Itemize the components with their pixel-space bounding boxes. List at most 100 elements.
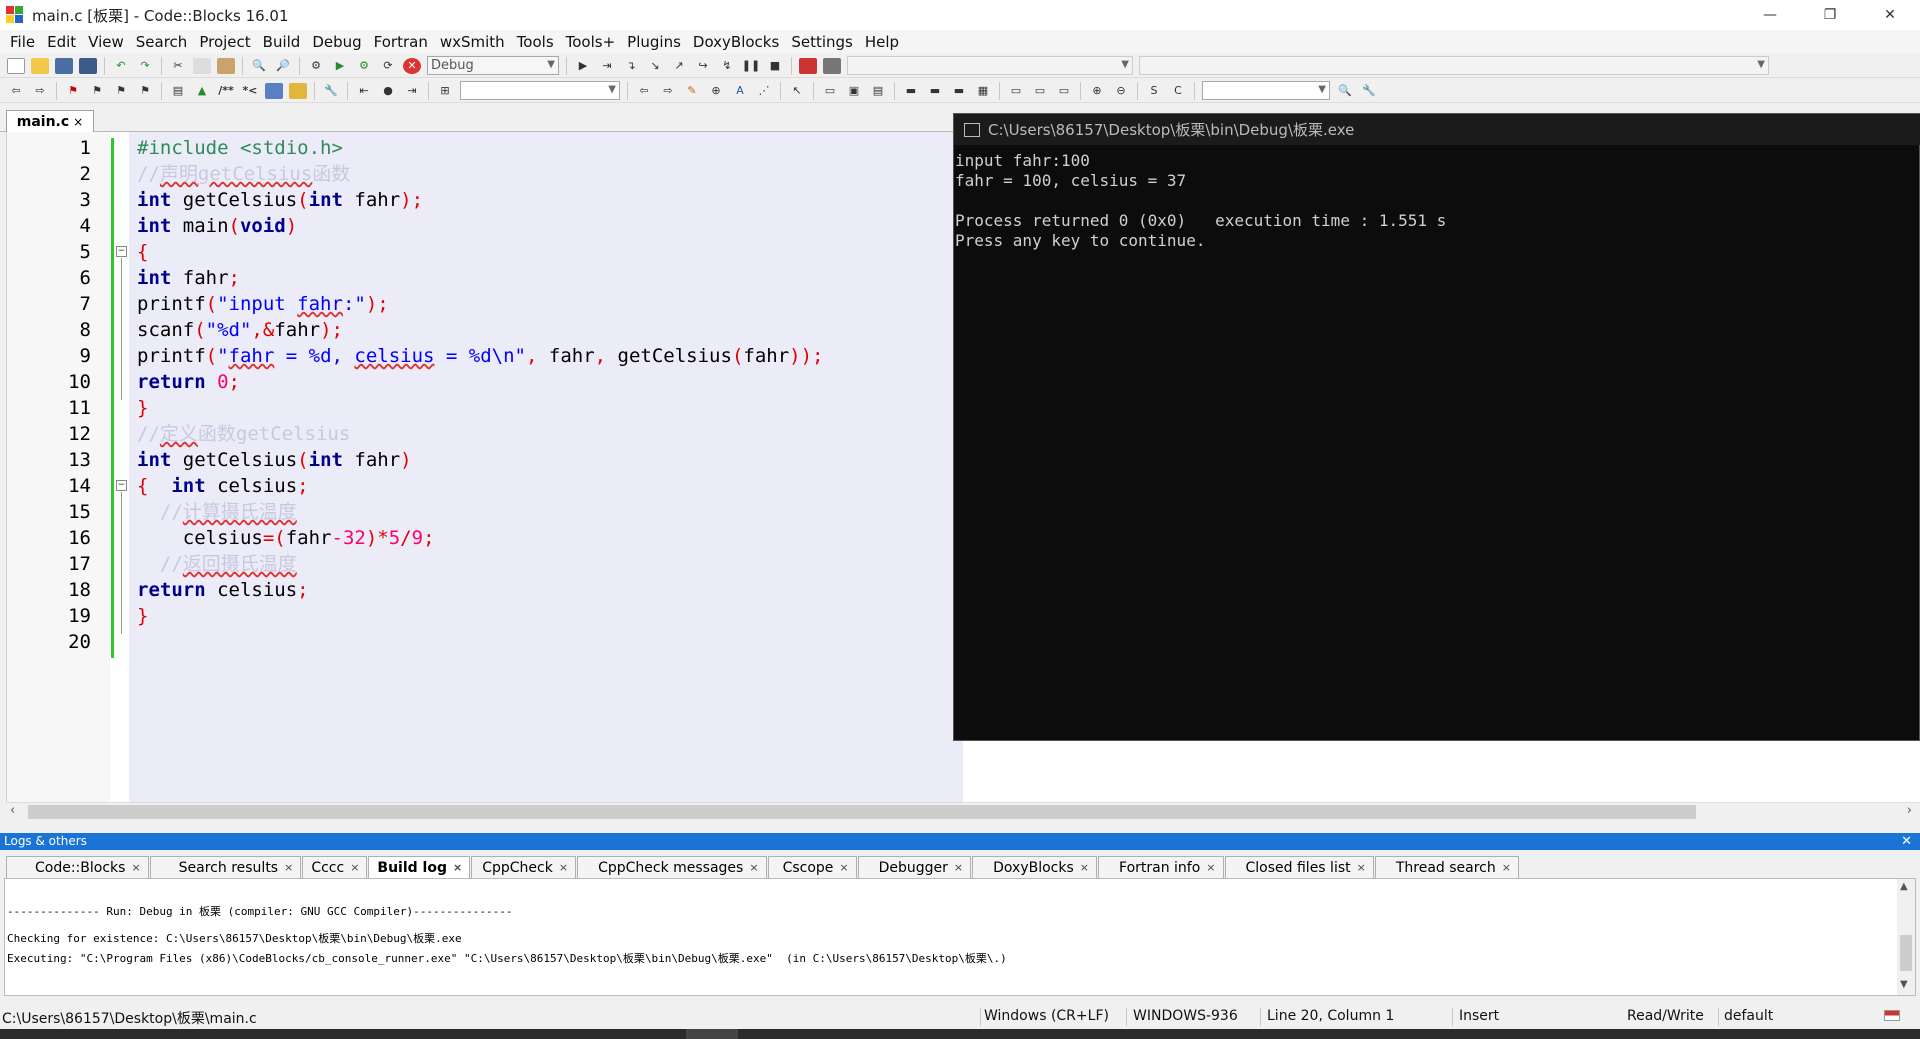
open-file-icon[interactable] <box>31 57 49 74</box>
source-c-icon[interactable]: C <box>1169 83 1187 99</box>
bookmark-toggle-icon[interactable]: ⚑ <box>64 83 82 99</box>
tab-cccc[interactable]: Cccc × <box>302 856 368 878</box>
menu-edit[interactable]: Edit <box>41 33 82 51</box>
zoom-out-icon[interactable]: ⊖ <box>1112 83 1130 99</box>
menu-search[interactable]: Search <box>130 33 194 51</box>
menu-view[interactable]: View <box>82 33 130 51</box>
jump-back-icon[interactable]: ⇤ <box>355 83 373 99</box>
doxy-wizard-icon[interactable]: ▤ <box>169 83 187 99</box>
jump-dot-icon[interactable]: ● <box>379 83 397 99</box>
tab-search-results[interactable]: Search results × <box>149 856 302 878</box>
tab-close-icon[interactable]: × <box>73 115 83 129</box>
menu-build[interactable]: Build <box>257 33 307 51</box>
rebuild-icon[interactable]: ⟳ <box>379 58 397 74</box>
editor-horizontal-scrollbar[interactable]: ‹ › <box>6 802 1920 820</box>
run-to-cursor-icon[interactable]: ⇥ <box>598 58 616 74</box>
arrow-left-icon[interactable]: ⇦ <box>635 83 653 99</box>
arrow-right-icon[interactable]: ⇨ <box>659 83 677 99</box>
thread-search-options-icon[interactable]: 🔧 <box>1360 83 1378 99</box>
code-search-combo[interactable]: ▼ <box>460 81 620 100</box>
tab-doxyblocks[interactable]: DoxyBlocks × <box>972 856 1098 878</box>
widget-1-icon[interactable]: ▭ <box>1007 83 1025 99</box>
layout-4-icon[interactable]: ▦ <box>974 83 992 99</box>
replace-icon[interactable]: 🔎 <box>274 58 292 74</box>
restore-button[interactable]: ❐ <box>1800 0 1860 30</box>
minimize-button[interactable]: — <box>1740 0 1800 30</box>
bookmark-clear-icon[interactable]: ⚑ <box>136 83 154 99</box>
doxy-chm-icon[interactable] <box>289 82 307 99</box>
doxy-extract-icon[interactable]: ▲ <box>193 83 211 99</box>
menu-plugins[interactable]: Plugins <box>621 33 687 51</box>
run-icon[interactable]: ▶ <box>331 58 349 74</box>
search-code-icon[interactable]: ⊞ <box>436 83 454 99</box>
doxy-line-comment-button[interactable]: *< <box>241 83 259 99</box>
panel-icon[interactable]: ▣ <box>845 83 863 99</box>
tab-cppcheck-messages[interactable]: CppCheck messages × <box>577 856 767 878</box>
menu-debug[interactable]: Debug <box>306 33 367 51</box>
menu-doxyblocks[interactable]: DoxyBlocks <box>687 33 785 51</box>
scrollbar-thumb[interactable] <box>1900 935 1912 971</box>
info-icon[interactable] <box>823 57 841 74</box>
function-combo[interactable]: ▼ <box>1139 56 1769 75</box>
log-vertical-scrollbar[interactable]: ▲ ▼ <box>1897 879 1915 995</box>
menu-help[interactable]: Help <box>859 33 905 51</box>
redo-icon[interactable]: ↷ <box>136 58 154 74</box>
menu-settings[interactable]: Settings <box>785 33 859 51</box>
menu-wxsmith[interactable]: wxSmith <box>434 33 511 51</box>
pointer-icon[interactable]: ↖ <box>788 83 806 99</box>
highlight-icon[interactable]: ✎ <box>683 83 701 99</box>
scroll-right-icon[interactable]: › <box>1907 803 1912 818</box>
tab-cscope[interactable]: Cscope × <box>767 856 857 878</box>
tab-main-c[interactable]: main.c × <box>6 110 94 133</box>
find-icon[interactable]: 🔍 <box>250 58 268 74</box>
debug-continue-icon[interactable]: ▶ <box>574 58 592 74</box>
jump-forward-icon[interactable]: ⇥ <box>403 83 421 99</box>
layout-2-icon[interactable]: ▬ <box>926 83 944 99</box>
frame-icon[interactable]: ▭ <box>821 83 839 99</box>
tool-wrench-icon[interactable]: 🔧 <box>322 83 340 99</box>
build-target-select[interactable]: Debug ▼ <box>427 56 559 75</box>
build-gear-icon[interactable]: ⚙ <box>307 58 325 74</box>
next-line-icon[interactable]: ↴ <box>622 58 640 74</box>
stop-debugger-icon[interactable]: ■ <box>766 58 784 74</box>
paste-icon[interactable] <box>217 57 235 74</box>
widget-2-icon[interactable]: ▭ <box>1031 83 1049 99</box>
copy-icon[interactable] <box>193 57 211 74</box>
doxy-block-comment-button[interactable]: /** <box>217 83 235 99</box>
close-window-button[interactable]: ✕ <box>1860 0 1920 30</box>
symbol-combo[interactable]: ▼ <box>847 56 1133 75</box>
abort-icon[interactable]: ✕ <box>403 57 421 74</box>
tab-closed-files-list[interactable]: Closed files list × <box>1224 856 1374 878</box>
build-log-output[interactable]: -------------- Run: Debug in 板栗 (compile… <box>4 878 1916 996</box>
symbols-icon[interactable]: ⊕ <box>707 83 725 99</box>
pause-icon[interactable]: ❚❚ <box>742 58 760 74</box>
tab-build-log[interactable]: Build log × <box>368 856 471 878</box>
doxy-html-icon[interactable] <box>265 82 283 99</box>
font-icon[interactable]: A <box>731 83 749 99</box>
source-s-icon[interactable]: S <box>1145 83 1163 99</box>
menu-tools-plus[interactable]: Tools+ <box>560 33 622 51</box>
step-into-icon[interactable]: ↘ <box>646 58 664 74</box>
zoom-in-icon[interactable]: ⊕ <box>1088 83 1106 99</box>
debug-windows-icon[interactable] <box>799 57 817 74</box>
scroll-down-icon[interactable]: ▼ <box>1900 979 1908 990</box>
tab-codeblocks[interactable]: Code::Blocks × <box>6 856 149 878</box>
undo-icon[interactable]: ↶ <box>112 58 130 74</box>
layout-1-icon[interactable]: ▬ <box>902 83 920 99</box>
close-icon[interactable]: ✕ <box>1901 833 1912 850</box>
widget-3-icon[interactable]: ▭ <box>1055 83 1073 99</box>
menu-project[interactable]: Project <box>193 33 256 51</box>
bookmark-next-icon[interactable]: ⚑ <box>112 83 130 99</box>
save-all-icon[interactable] <box>79 57 97 74</box>
scroll-up-icon[interactable]: ▲ <box>1900 881 1908 892</box>
tab-fortran-info[interactable]: Fortran info × <box>1098 856 1224 878</box>
scroll-left-icon[interactable]: ‹ <box>10 803 15 818</box>
layout-3-icon[interactable]: ▬ <box>950 83 968 99</box>
console-window[interactable]: C:\Users\86157\Desktop\板栗\bin\Debug\板栗.e… <box>953 113 1920 741</box>
tab-thread-search[interactable]: Thread search × <box>1374 856 1519 878</box>
next-instruction-icon[interactable]: ↪ <box>694 58 712 74</box>
bookmark-prev-icon[interactable]: ⚑ <box>88 83 106 99</box>
cut-icon[interactable]: ✂ <box>169 58 187 74</box>
menu-tools[interactable]: Tools <box>511 33 560 51</box>
save-icon[interactable] <box>55 57 73 74</box>
